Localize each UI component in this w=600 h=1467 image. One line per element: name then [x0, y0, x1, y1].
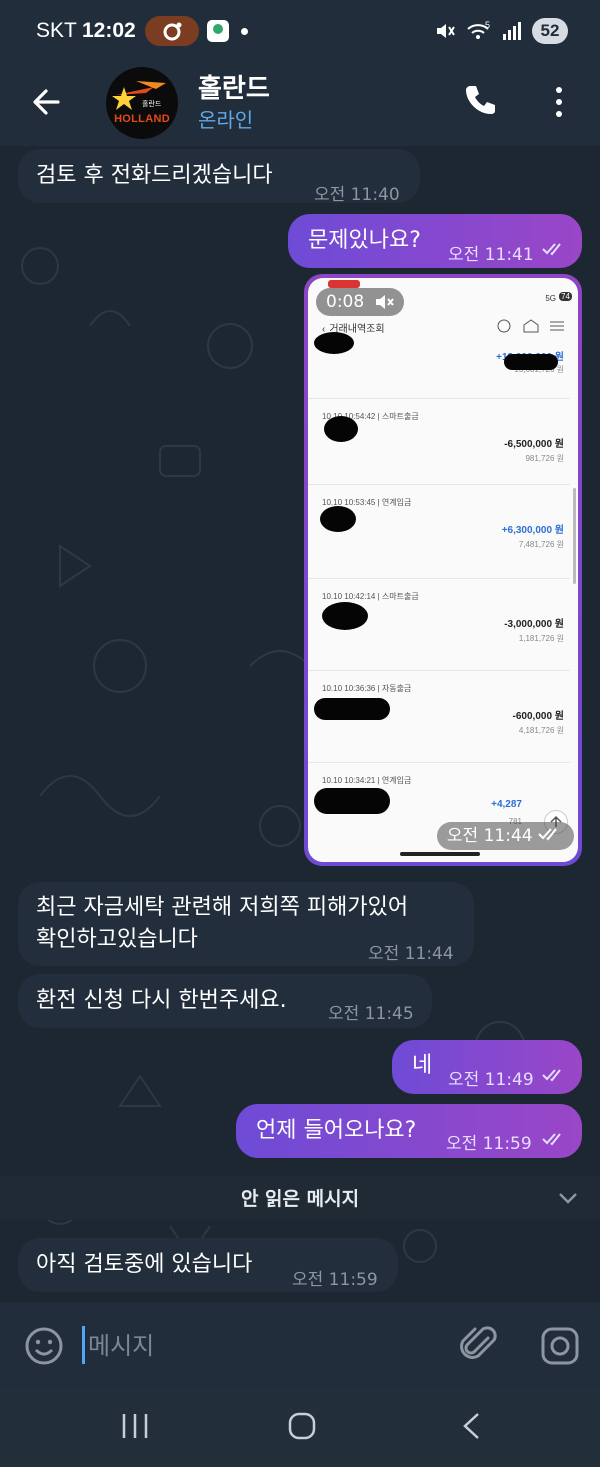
- redaction-mark: [324, 416, 358, 442]
- media-network-label: 5G: [545, 294, 556, 303]
- redaction-mark: [314, 788, 390, 814]
- composer: 메시지: [0, 1302, 600, 1388]
- message-bubble-incoming[interactable]: 환전 신청 다시 한번주세요. 오전 11:45: [18, 974, 432, 1028]
- message-time: 오전 11:59: [292, 1270, 378, 1290]
- transaction-balance: 7,481,726 원: [518, 540, 564, 549]
- chat-title: 홀란드: [198, 74, 270, 104]
- redaction-mark: [322, 602, 368, 630]
- notification-dot-icon: [241, 28, 248, 35]
- transaction-amount: -3,000,000 원: [504, 619, 564, 630]
- media-time: 오전 11:44: [446, 826, 533, 846]
- more-menu-icon[interactable]: [552, 84, 566, 120]
- media-time-badge: 오전 11:44: [436, 822, 574, 850]
- transaction-stamp: 10.10 10:42:14 | 스마트출금: [322, 592, 419, 601]
- chevron-down-icon[interactable]: [556, 1188, 580, 1208]
- message-bubble-outgoing[interactable]: 네 오전 11:49: [392, 1040, 582, 1094]
- transaction-stamp: 10.10 10:34:21 | 연계입금: [322, 776, 412, 785]
- transaction-balance: 4,181,726 원: [518, 726, 564, 735]
- read-checks-icon: [542, 1133, 561, 1146]
- message-text-line2: 확인하고있습니다: [36, 927, 198, 952]
- message-time: 오전 11:45: [328, 1004, 414, 1024]
- message-bubble-incoming[interactable]: 아직 검토중에 있습니다 오전 11:59: [18, 1238, 398, 1292]
- message-text: 검토 후 전화드리겠습니다: [36, 163, 273, 188]
- message-bubble-incoming[interactable]: 최근 자금세탁 관련해 저희쪽 피해가있어 확인하고있습니다 오전 11:44: [18, 882, 474, 966]
- message-time: 오전 11:40: [314, 185, 400, 205]
- message-time: 오전 11:49: [448, 1070, 534, 1090]
- status-icons: 5 52: [434, 18, 568, 44]
- camera-icon[interactable]: [540, 1326, 580, 1366]
- transaction-amount: +6,300,000 원: [501, 525, 564, 536]
- phone-call-icon[interactable]: [463, 82, 497, 118]
- media-preview: 5G 74 0:08 ‹거래내역조회 +12,000,000 원 13,: [308, 278, 578, 862]
- message-bubble-outgoing[interactable]: 문제있나요? 오전 11:41: [288, 214, 582, 268]
- message-text: 환전 신청 다시 한번주세요.: [36, 988, 287, 1013]
- message-input[interactable]: 메시지: [88, 1326, 154, 1361]
- avatar-brand-label: HOLLAND: [114, 113, 170, 125]
- transaction-balance: 981,726 원: [525, 454, 564, 463]
- message-list[interactable]: 검토 후 전화드리겠습니다 오전 11:40 문제있나요? 오전 11:41 5…: [0, 146, 600, 1302]
- emoji-icon[interactable]: [24, 1326, 64, 1366]
- transaction-amount: -6,500,000 원: [504, 439, 564, 450]
- attach-icon[interactable]: [458, 1324, 500, 1366]
- online-status: 온라인: [198, 108, 254, 132]
- media-toolbar-icons: [497, 319, 564, 333]
- redaction-mark: [320, 506, 356, 532]
- mute-icon: [437, 24, 455, 38]
- message-text-line1: 최근 자금세탁 관련해 저희쪽 피해가있어: [36, 895, 409, 920]
- read-checks-icon: [542, 243, 561, 256]
- clock: 12:02: [82, 19, 136, 42]
- media-attachment[interactable]: 5G 74 0:08 ‹거래내역조회 +12,000,000 원 13,: [304, 274, 582, 866]
- recording-pill: [145, 16, 199, 46]
- transaction-amount: -600,000 원: [512, 711, 564, 722]
- message-time: 오전 11:59: [446, 1134, 532, 1154]
- status-bar: SKT 12:02 5 52: [0, 0, 600, 62]
- redaction-mark: [314, 698, 390, 720]
- message-text: 네: [412, 1053, 433, 1078]
- message-time: 오전 11:41: [448, 245, 534, 265]
- read-checks-icon: [542, 1069, 561, 1082]
- redaction-mark: [314, 332, 354, 354]
- avatar[interactable]: 홀란드 HOLLAND: [106, 67, 178, 139]
- carrier-label: SKT: [36, 19, 77, 42]
- read-checks-icon: [538, 828, 557, 841]
- message-text: 문제있나요?: [308, 228, 421, 253]
- home-handle: [400, 852, 480, 856]
- notification-app-icon: [207, 20, 229, 42]
- text-caret: [82, 1326, 85, 1364]
- transaction-stamp: 10.10 10:36:36 | 자동출금: [322, 684, 412, 693]
- unread-divider: 안 읽은 메시지: [0, 1176, 600, 1220]
- network-badge: 5: [485, 20, 490, 30]
- chat-header: 홀란드 HOLLAND 홀란드 온라인: [0, 62, 600, 146]
- signal-icon: [503, 22, 521, 40]
- media-battery-label: 74: [559, 292, 572, 301]
- recent-apps-icon[interactable]: [120, 1412, 150, 1440]
- message-time: 오전 11:44: [368, 944, 454, 964]
- record-icon: [163, 22, 182, 41]
- transaction-balance: 1,181,726 원: [518, 634, 564, 643]
- video-duration: 0:08: [316, 288, 404, 316]
- message-bubble-incoming[interactable]: 검토 후 전화드리겠습니다 오전 11:40: [18, 149, 420, 205]
- avatar-sub-label: 홀란드: [142, 100, 162, 108]
- transaction-row: 10.10 10:54:42 | 스마트출금 -6,500,000 원 981,…: [308, 398, 570, 490]
- recording-indicator: [328, 280, 360, 288]
- transaction-amount: +4,287: [491, 799, 522, 810]
- wifi-icon: 5: [467, 20, 490, 39]
- message-text: 언제 들어오나요?: [256, 1118, 417, 1143]
- video-duration-label: 0:08: [326, 292, 365, 312]
- speaker-mute-icon[interactable]: [374, 292, 396, 312]
- back-nav-icon[interactable]: [460, 1412, 484, 1440]
- home-icon[interactable]: [288, 1412, 316, 1440]
- message-bubble-outgoing[interactable]: 언제 들어오나요? 오전 11:59: [236, 1104, 582, 1158]
- unread-label: 안 읽은 메시지: [240, 1188, 360, 1210]
- message-text: 아직 검토중에 있습니다: [36, 1252, 253, 1277]
- back-arrow-icon[interactable]: [28, 84, 64, 120]
- battery-badge: 52: [532, 18, 568, 44]
- system-nav-bar: [0, 1388, 600, 1467]
- redaction-mark: [504, 354, 558, 370]
- media-scrollbar: [573, 488, 576, 584]
